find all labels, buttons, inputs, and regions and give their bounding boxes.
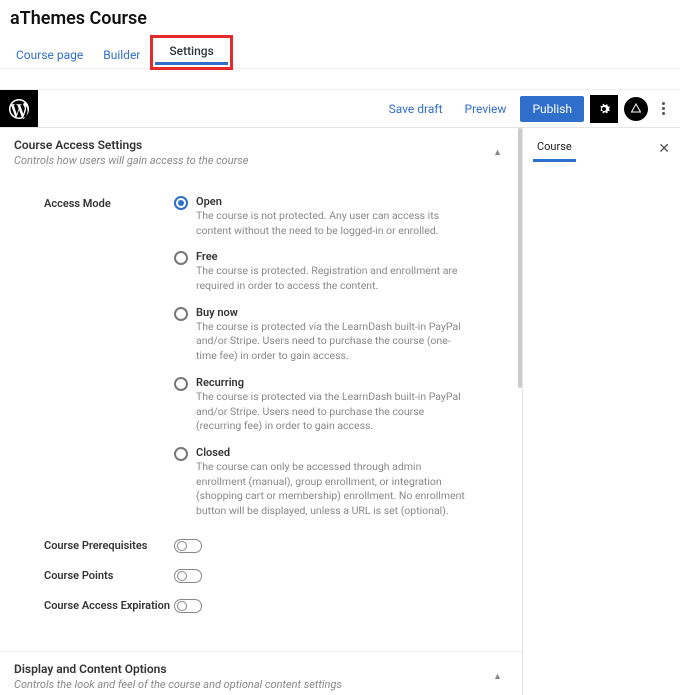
field-label-expiration: Course Access Expiration bbox=[14, 599, 174, 612]
panel-subtitle: Controls how users will gain access to t… bbox=[14, 154, 248, 167]
radio-desc: The course is protected via the LearnDas… bbox=[196, 320, 466, 364]
gear-icon bbox=[596, 101, 612, 117]
panel-display-options: Display and Content Options Controls the… bbox=[0, 652, 522, 695]
radio-label: Recurring bbox=[196, 376, 494, 389]
save-draft-button[interactable]: Save draft bbox=[381, 96, 451, 122]
right-sidebar: Course ✕ bbox=[522, 128, 680, 695]
page-title: aThemes Course bbox=[0, 0, 680, 39]
radio-desc: The course can only be accessed through … bbox=[196, 460, 466, 519]
panel-title: Display and Content Options bbox=[14, 662, 342, 676]
publish-button[interactable]: Publish bbox=[520, 96, 584, 122]
scrollbar[interactable] bbox=[518, 128, 522, 388]
learndash-icon bbox=[630, 103, 642, 115]
tab-settings[interactable]: Settings bbox=[155, 40, 227, 65]
collapse-toggle[interactable]: ▲ bbox=[493, 671, 502, 682]
radio-desc: The course is protected. Registration an… bbox=[196, 264, 466, 293]
radio-recurring[interactable] bbox=[174, 377, 188, 391]
access-mode-options: Open The course is not protected. Any us… bbox=[174, 195, 508, 531]
panel-title: Course Access Settings bbox=[14, 138, 248, 152]
tab-builder[interactable]: Builder bbox=[93, 42, 150, 68]
settings-gear-button[interactable] bbox=[590, 95, 618, 123]
radio-free[interactable] bbox=[174, 251, 188, 265]
toggle-points[interactable] bbox=[174, 569, 202, 583]
toggle-prerequisites[interactable] bbox=[174, 539, 202, 553]
radio-desc: The course is not protected. Any user ca… bbox=[196, 209, 466, 238]
radio-desc: The course is protected via the LearnDas… bbox=[196, 390, 466, 434]
top-tabs: Course page Builder Settings bbox=[0, 39, 680, 69]
preview-button[interactable]: Preview bbox=[457, 96, 515, 122]
radio-closed[interactable] bbox=[174, 447, 188, 461]
radio-label: Free bbox=[196, 250, 494, 263]
highlight-box: Settings bbox=[150, 35, 232, 70]
sidebar-tab-course[interactable]: Course bbox=[533, 136, 576, 162]
close-sidebar-button[interactable]: ✕ bbox=[658, 141, 670, 157]
radio-open[interactable] bbox=[174, 196, 188, 210]
radio-buy-now[interactable] bbox=[174, 307, 188, 321]
toggle-expiration[interactable] bbox=[174, 599, 202, 613]
editor-bar: Save draft Preview Publish bbox=[0, 89, 680, 127]
panel-access-settings: Course Access Settings Controls how user… bbox=[0, 128, 522, 631]
field-label-access-mode: Access Mode bbox=[14, 195, 174, 531]
collapse-toggle[interactable]: ▲ bbox=[493, 147, 502, 158]
field-label-points: Course Points bbox=[14, 569, 174, 582]
radio-label: Closed bbox=[196, 446, 494, 459]
more-menu-button[interactable] bbox=[654, 98, 672, 119]
learndash-button[interactable] bbox=[624, 97, 648, 121]
radio-label: Buy now bbox=[196, 306, 494, 319]
main-column: Course Access Settings Controls how user… bbox=[0, 128, 522, 695]
radio-label: Open bbox=[196, 195, 494, 208]
panel-subtitle: Controls the look and feel of the course… bbox=[14, 678, 342, 691]
tab-course-page[interactable]: Course page bbox=[6, 42, 93, 68]
wordpress-logo[interactable] bbox=[0, 90, 38, 128]
field-label-prereq: Course Prerequisites bbox=[14, 539, 174, 552]
